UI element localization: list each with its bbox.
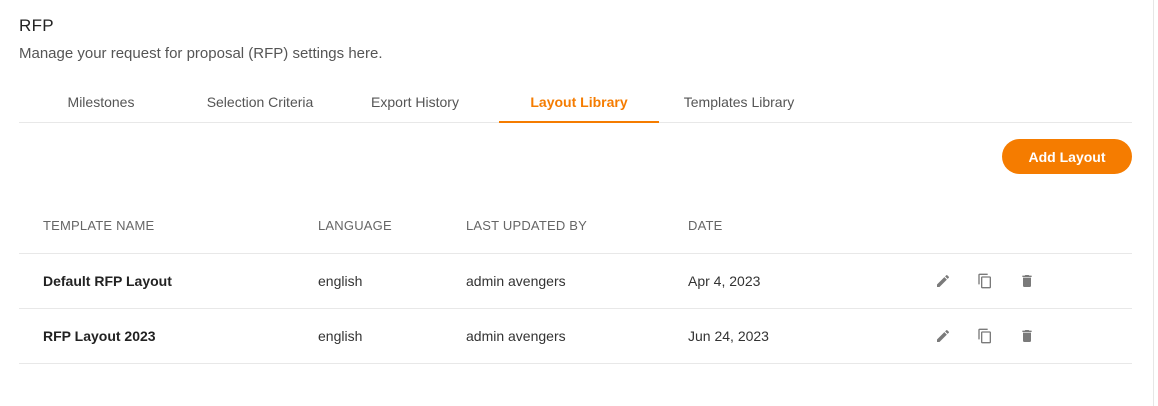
template-name-cell: RFP Layout 2023	[43, 328, 156, 344]
column-header-language: LANGUAGE	[318, 218, 392, 233]
column-header-last-updated-by: LAST UPDATED BY	[466, 218, 587, 233]
table-row: Default RFP Layout english admin avenger…	[19, 254, 1132, 309]
template-name-cell: Default RFP Layout	[43, 273, 172, 289]
delete-icon[interactable]	[1017, 326, 1037, 346]
layout-table: TEMPLATE NAME LANGUAGE LAST UPDATED BY D…	[19, 198, 1132, 364]
edit-icon[interactable]	[933, 271, 953, 291]
copy-icon[interactable]	[975, 271, 995, 291]
add-layout-button[interactable]: Add Layout	[1002, 139, 1132, 174]
tab-selection-criteria[interactable]: Selection Criteria	[190, 88, 330, 122]
tab-bar: Milestones Selection Criteria Export His…	[19, 88, 1132, 123]
column-header-template-name: TEMPLATE NAME	[43, 218, 155, 233]
page-right-border	[1153, 0, 1154, 406]
row-actions	[933, 309, 1037, 363]
delete-icon[interactable]	[1017, 271, 1037, 291]
column-header-date: DATE	[688, 218, 723, 233]
row-actions	[933, 254, 1037, 308]
date-cell: Apr 4, 2023	[688, 273, 761, 289]
updated-by-cell: admin avengers	[466, 273, 566, 289]
tab-milestones[interactable]: Milestones	[43, 88, 159, 122]
tab-export-history[interactable]: Export History	[355, 88, 475, 122]
table-row: RFP Layout 2023 english admin avengers J…	[19, 309, 1132, 364]
language-cell: english	[318, 328, 363, 344]
table-header-row: TEMPLATE NAME LANGUAGE LAST UPDATED BY D…	[19, 198, 1132, 254]
language-cell: english	[318, 273, 363, 289]
page-subtitle: Manage your request for proposal (RFP) s…	[19, 45, 383, 62]
edit-icon[interactable]	[933, 326, 953, 346]
copy-icon[interactable]	[975, 326, 995, 346]
tab-layout-library[interactable]: Layout Library	[499, 88, 659, 123]
date-cell: Jun 24, 2023	[688, 328, 769, 344]
tab-templates-library[interactable]: Templates Library	[667, 88, 811, 122]
page-title: RFP	[19, 16, 54, 35]
updated-by-cell: admin avengers	[466, 328, 566, 344]
